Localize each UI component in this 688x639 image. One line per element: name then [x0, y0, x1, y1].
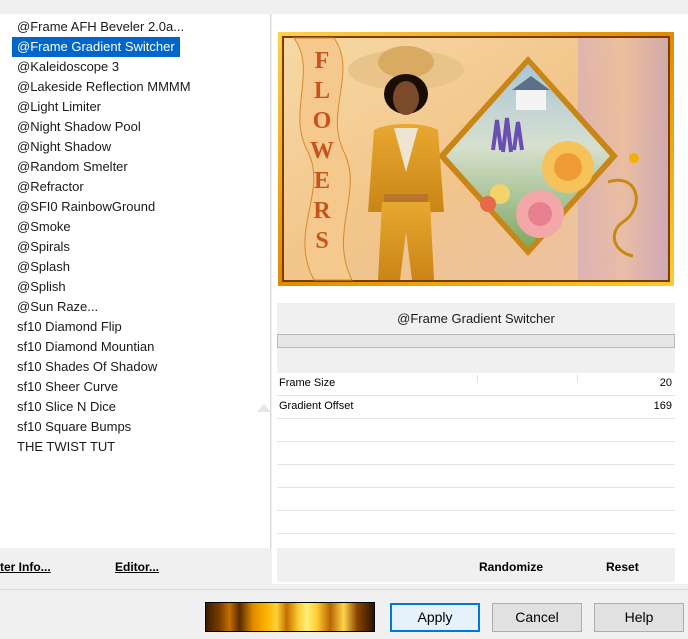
- filter-list-item[interactable]: sf10 Sheer Curve: [14, 377, 121, 397]
- reset-button[interactable]: Reset: [606, 560, 639, 574]
- param-empty-row: [277, 419, 675, 442]
- filter-list-item[interactable]: sf10 Diamond Flip: [14, 317, 125, 337]
- filter-list-item[interactable]: @Splish: [14, 277, 69, 297]
- preview-image: FLOWERS: [278, 32, 674, 286]
- randomize-button[interactable]: Randomize: [479, 560, 543, 574]
- filter-list-item[interactable]: @Sun Raze...: [14, 297, 101, 317]
- param-gradient-offset[interactable]: Gradient Offset 169: [277, 396, 675, 419]
- param-name: Frame Size: [279, 377, 336, 389]
- filter-list-toolbar: ter Info... Editor...: [0, 548, 270, 582]
- editor-button[interactable]: Editor...: [115, 560, 159, 574]
- param-empty-row: [277, 442, 675, 465]
- parameter-table: Frame Size 20 Gradient Offset 169: [277, 373, 675, 556]
- filter-toolbar: Randomize Reset: [277, 548, 675, 582]
- filter-list-item[interactable]: @Random Smelter: [14, 157, 131, 177]
- param-name: Gradient Offset: [279, 400, 354, 412]
- param-empty-row: [277, 488, 675, 511]
- param-value[interactable]: 20: [660, 377, 672, 389]
- preview-side-letter: L: [314, 78, 330, 104]
- filter-list-item[interactable]: sf10 Slice N Dice: [14, 397, 119, 417]
- filter-list-item[interactable]: sf10 Diamond Mountian: [14, 337, 157, 357]
- filter-list-item[interactable]: @Frame AFH Beveler 2.0a...: [14, 17, 187, 37]
- filter-list[interactable]: @Frame AFH Beveler 2.0a... @Frame Gradien…: [0, 14, 271, 548]
- filter-list-item[interactable]: @Night Shadow Pool: [14, 117, 144, 137]
- preview-side-letter: E: [314, 168, 330, 194]
- filter-progress-bar: [277, 334, 675, 348]
- preview-side-letter: W: [310, 138, 334, 164]
- filter-list-item[interactable]: @SFI0 RainbowGround: [14, 197, 158, 217]
- divider: [0, 589, 688, 590]
- filter-list-item[interactable]: sf10 Square Bumps: [14, 417, 134, 437]
- filter-list-item[interactable]: @Night Shadow: [14, 137, 114, 157]
- preview-side-letter: R: [313, 198, 331, 224]
- param-value[interactable]: 169: [654, 400, 672, 412]
- filter-name-label: @Frame Gradient Switcher: [277, 303, 675, 334]
- help-button[interactable]: Help: [594, 603, 684, 632]
- filter-list-item[interactable]: sf10 Shades Of Shadow: [14, 357, 160, 377]
- apply-button[interactable]: Apply: [390, 603, 480, 632]
- filter-list-item[interactable]: THE TWIST TUT: [14, 437, 118, 457]
- preview-side-letter: O: [313, 108, 332, 134]
- filter-list-item[interactable]: @Lakeside Reflection MMMM: [14, 77, 194, 97]
- filter-list-item[interactable]: @Frame Gradient Switcher: [12, 37, 180, 57]
- slider-thumb-icon[interactable]: [257, 404, 271, 412]
- param-frame-size[interactable]: Frame Size 20: [277, 373, 675, 396]
- param-empty-row: [277, 465, 675, 488]
- filter-list-item[interactable]: @Spirals: [14, 237, 73, 257]
- filter-list-item[interactable]: @Splash: [14, 257, 73, 277]
- filter-gap: [277, 348, 675, 373]
- filter-list-item[interactable]: @Smoke: [14, 217, 74, 237]
- filter-list-item[interactable]: @Kaleidoscope 3: [14, 57, 122, 77]
- cancel-button[interactable]: Cancel: [492, 603, 582, 632]
- filter-list-item[interactable]: @Refractor: [14, 177, 87, 197]
- filter-list-item[interactable]: @Light Limiter: [14, 97, 104, 117]
- param-empty-row: [277, 511, 675, 534]
- gradient-swatch[interactable]: [205, 602, 375, 632]
- preview-side-letter: S: [315, 228, 328, 254]
- filter-info-button[interactable]: ter Info...: [0, 560, 51, 574]
- preview-side-letter: F: [315, 48, 330, 74]
